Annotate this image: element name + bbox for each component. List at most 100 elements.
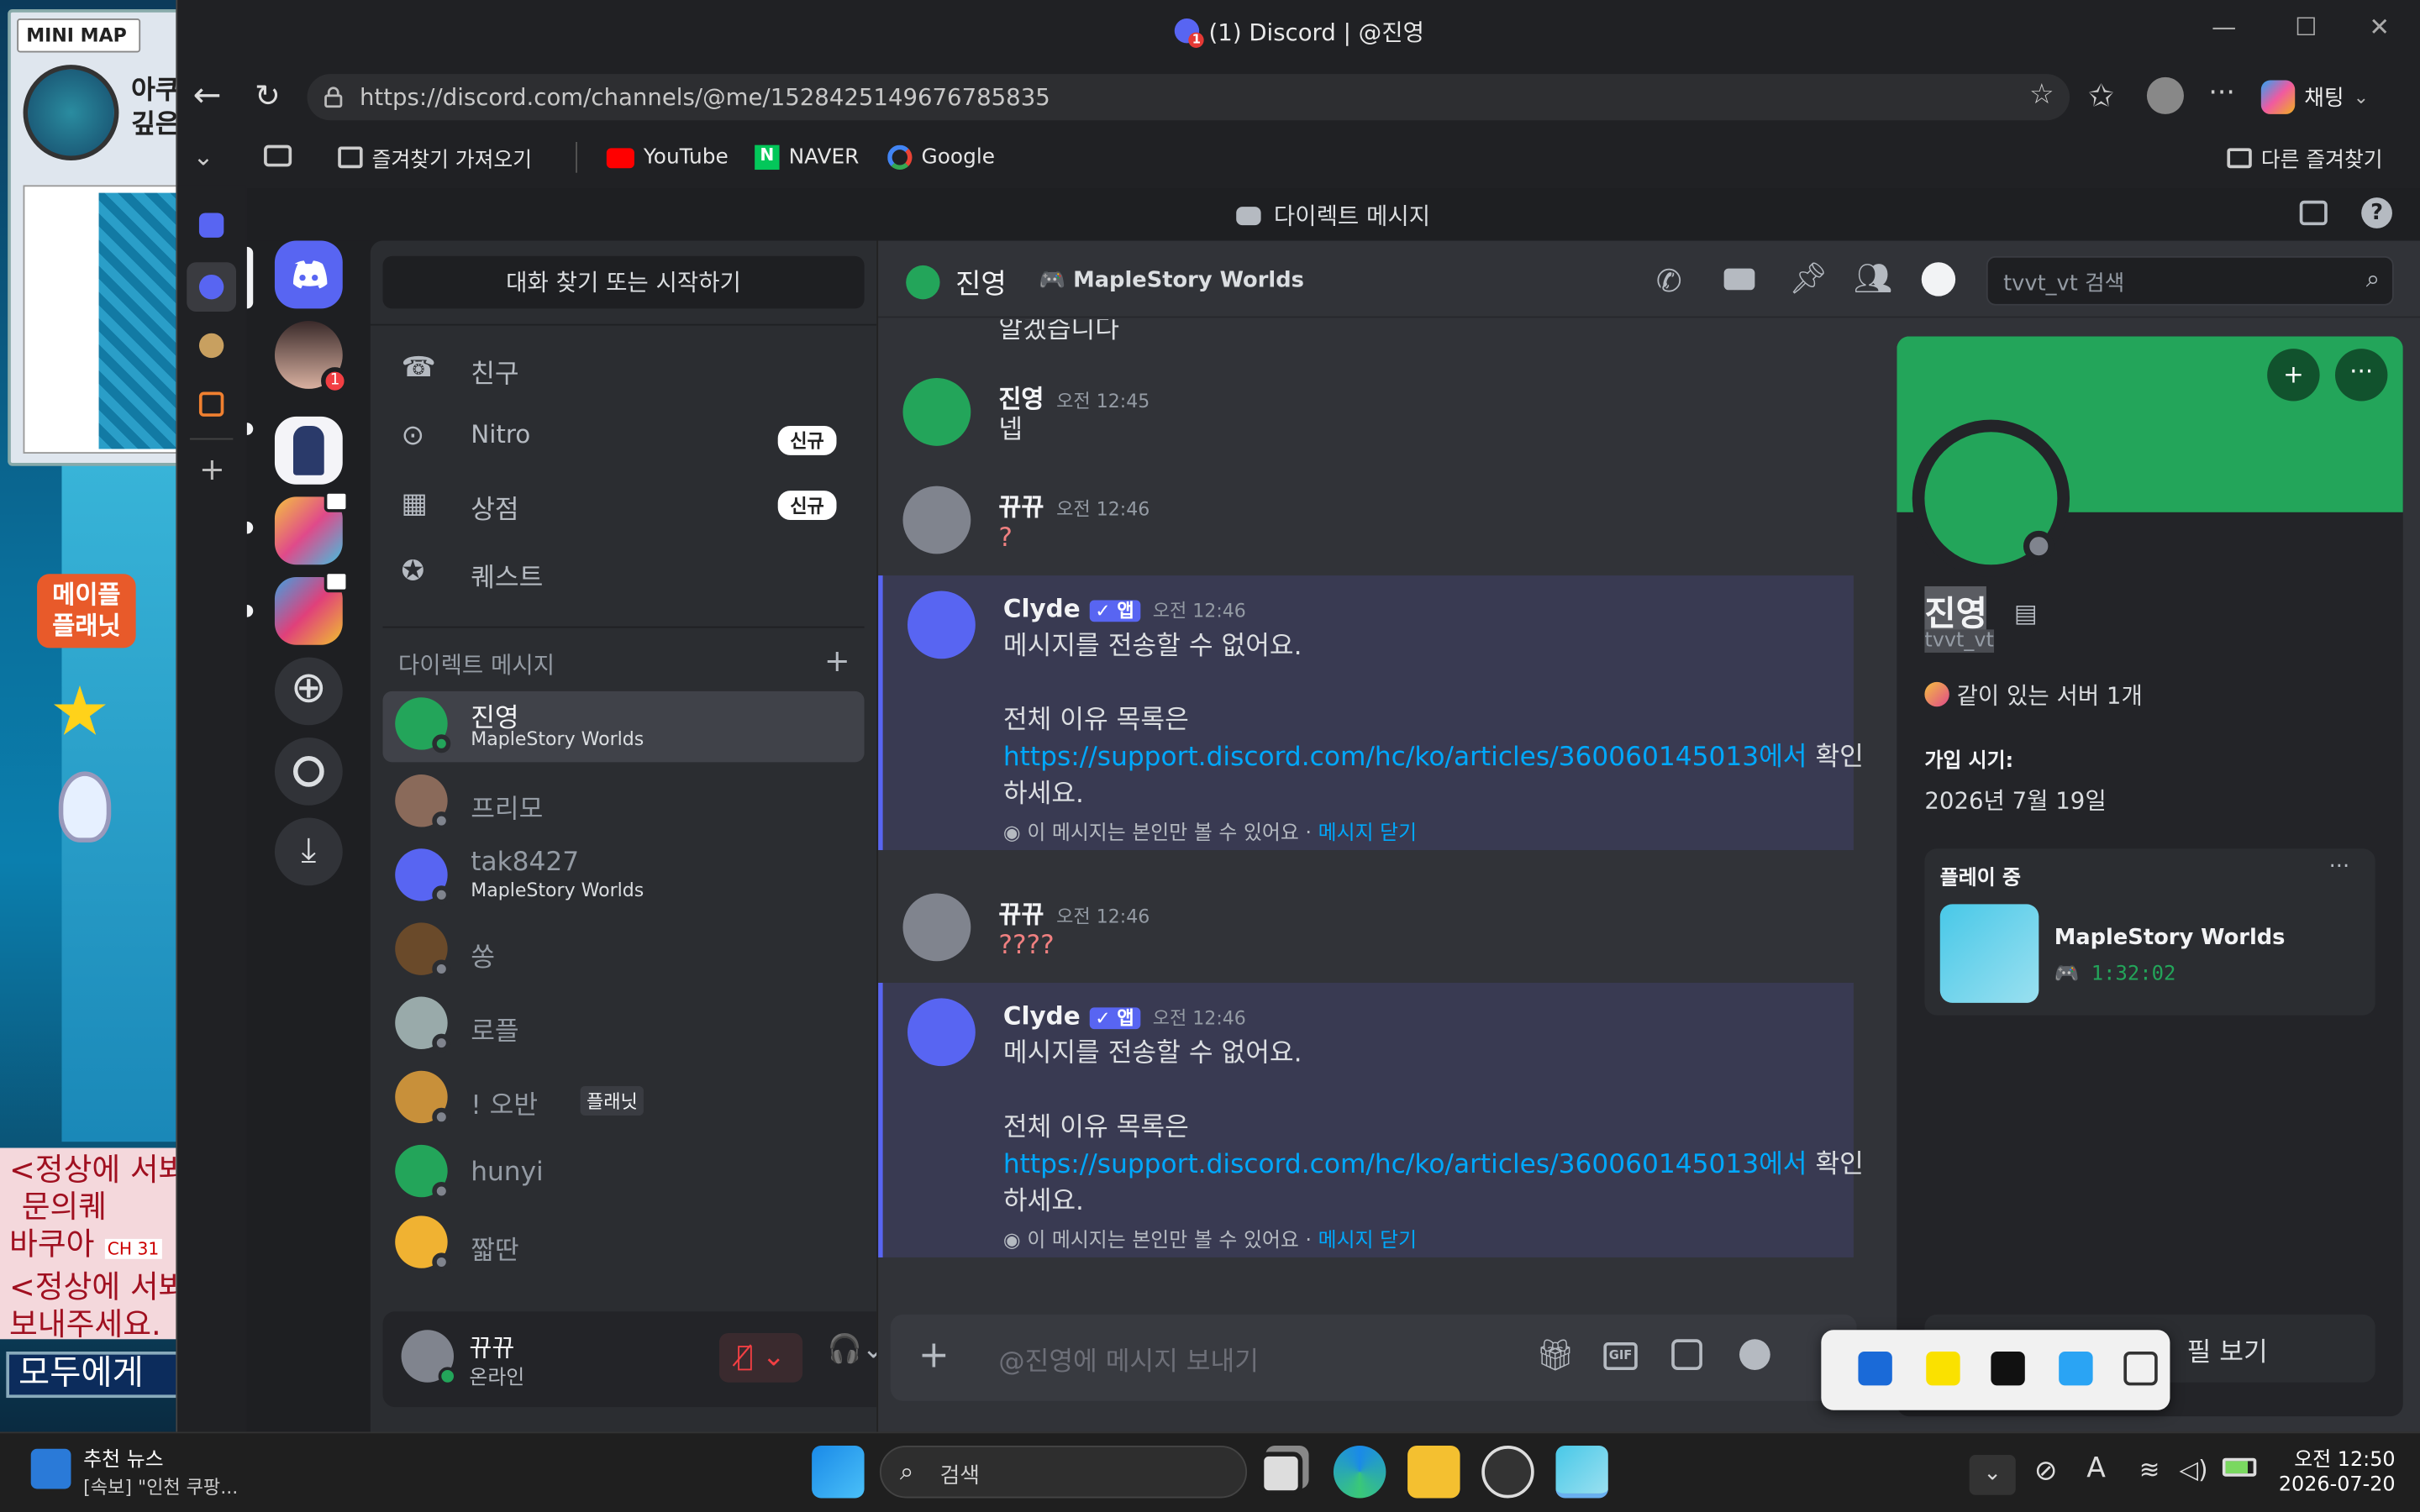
nav-shop[interactable]: ▦ 상점 신규 — [383, 472, 865, 540]
file-explorer-icon[interactable] — [1407, 1446, 1460, 1499]
collapse-chevron-icon[interactable]: ⌄ — [193, 142, 214, 171]
copilot-chat-button[interactable]: 채팅 ⌄ — [2260, 74, 2369, 120]
clyde-avatar[interactable] — [908, 998, 976, 1067]
nav-friends[interactable]: ☎ 친구 — [383, 336, 865, 404]
user-profile-icon[interactable] — [1921, 262, 1956, 297]
dm-item[interactable]: tak8427 MapleStory Worlds — [383, 843, 865, 913]
profile-avatar-icon[interactable] — [2146, 76, 2184, 114]
tab-discord-icon[interactable] — [198, 213, 224, 238]
explore-icon[interactable] — [274, 737, 343, 806]
nav-quests[interactable]: ✪ 퀘스트 — [383, 540, 865, 608]
message-author[interactable]: Clyde — [1003, 594, 1081, 623]
mutual-servers[interactable]: 같이 있는 서버 1개 — [1957, 682, 2143, 710]
dm-item[interactable]: 프리모 — [383, 769, 865, 839]
server-maple-2[interactable] — [274, 570, 350, 645]
attach-plus-icon[interactable]: + — [918, 1333, 950, 1376]
tabs-icon[interactable] — [264, 144, 292, 167]
usb-eject-icon[interactable] — [2123, 1351, 2158, 1386]
star-icon[interactable]: ★ — [50, 673, 110, 752]
dm-item[interactable]: ! 오반 플래닛 — [383, 1064, 865, 1135]
favorite-star-icon[interactable]: ☆ — [2029, 79, 2054, 112]
tab-active[interactable] — [187, 262, 237, 312]
tab-shield-icon[interactable] — [198, 391, 224, 417]
dismiss-message-link[interactable]: 메시지 닫기 — [1318, 822, 1417, 846]
dm-item[interactable]: 짧딴 — [383, 1210, 865, 1280]
header-search[interactable]: tvvt_vt 검색 ⌕ — [1986, 255, 2394, 306]
add-server-icon[interactable]: ⊕ — [274, 657, 343, 726]
message-avatar[interactable] — [902, 486, 971, 554]
dm-item[interactable]: 쏭 — [383, 916, 865, 987]
message-author[interactable]: 진영 — [998, 384, 1044, 413]
bookmark-youtube[interactable]: YouTube — [606, 142, 729, 173]
add-friend-icon[interactable]: + — [2267, 349, 2320, 402]
gif-icon[interactable]: GIF — [1603, 1341, 1638, 1371]
sticker-icon[interactable] — [1671, 1339, 1702, 1371]
message-avatar[interactable] — [902, 378, 971, 446]
clyde-avatar[interactable] — [908, 591, 976, 659]
task-view-icon[interactable] — [1259, 1452, 1303, 1495]
tray-p-icon[interactable] — [1991, 1351, 2025, 1386]
more-icon[interactable]: ··· — [2208, 77, 2235, 110]
pin-icon[interactable]: 📌︎ — [1789, 260, 1828, 297]
new-tab-icon[interactable]: + — [199, 450, 225, 487]
ime-indicator[interactable]: A — [2086, 1452, 2106, 1484]
tab-game-icon[interactable] — [198, 333, 224, 359]
network-off-icon[interactable]: ⊘ — [2034, 1455, 2058, 1488]
dm-item[interactable]: 로플 — [383, 990, 865, 1061]
message-input[interactable]: @진영에 메시지 보내기 — [998, 1339, 1259, 1378]
start-icon[interactable] — [812, 1446, 865, 1499]
emoji-icon[interactable] — [1739, 1339, 1770, 1371]
profile-more-icon[interactable]: ··· — [2334, 349, 2388, 402]
bookmark-google[interactable]: Google — [887, 142, 995, 173]
tray-app-icon[interactable] — [1858, 1351, 1892, 1386]
keyboard-app-icon[interactable] — [1481, 1446, 1534, 1499]
close-icon[interactable]: ✕ — [2369, 13, 2390, 42]
battery-icon[interactable] — [2222, 1457, 2257, 1477]
edge-icon[interactable] — [1333, 1446, 1386, 1499]
clock-time[interactable]: 오전 12:50 — [2272, 1442, 2395, 1473]
server-friend-avatar[interactable]: 1 — [274, 321, 350, 396]
taskbar-search[interactable]: ⌕ 검색 — [879, 1446, 1248, 1499]
inbox-icon[interactable] — [2299, 200, 2328, 226]
message-avatar[interactable] — [902, 893, 971, 962]
profile-avatar[interactable] — [1912, 419, 2070, 577]
kakaotalk-icon[interactable] — [1926, 1351, 1960, 1386]
server-anime[interactable] — [274, 416, 343, 485]
edit-note-icon[interactable]: ▤ — [2014, 599, 2038, 628]
message-author[interactable]: Clyde — [1003, 1001, 1081, 1031]
help-icon[interactable]: ? — [2361, 197, 2392, 228]
bookmark-import[interactable]: 즐겨찾기 가져오기 — [338, 142, 532, 173]
favorites-icon[interactable]: ✩ — [2088, 77, 2114, 114]
volume-icon[interactable]: ◁) — [2179, 1455, 2207, 1484]
message-author[interactable]: 뀨뀨 — [998, 900, 1044, 929]
news-subtitle[interactable]: [속보] "인천 쿠팡... — [83, 1473, 238, 1499]
wifi-icon[interactable]: ≋ — [2139, 1455, 2160, 1484]
maximize-icon[interactable]: ☐ — [2295, 13, 2317, 42]
add-friends-icon[interactable]: 👥︎ — [1854, 260, 1893, 297]
home-button[interactable] — [274, 240, 343, 309]
find-conversation-input[interactable]: 대화 찾기 또는 시작하기 — [382, 255, 865, 309]
dismiss-message-link[interactable]: 메시지 닫기 — [1318, 1230, 1417, 1253]
message-author[interactable]: 뀨뀨 — [998, 492, 1044, 522]
gift-icon[interactable]: 🎁︎ — [1536, 1336, 1576, 1373]
support-link[interactable]: https://support.discord.com/hc/ko/articl… — [1003, 742, 1807, 773]
tab-title[interactable]: 1 (1) Discord | @진영 — [177, 15, 2420, 48]
back-icon[interactable]: ← — [193, 77, 222, 116]
nav-nitro[interactable]: ⊙ Nitro 신규 — [383, 404, 865, 472]
news-widget-icon[interactable] — [30, 1448, 71, 1489]
clock-date[interactable]: 2026-07-20 — [2256, 1473, 2396, 1497]
security-shield-icon[interactable] — [2059, 1351, 2093, 1386]
news-title[interactable]: 추천 뉴스 — [83, 1442, 163, 1473]
download-icon[interactable]: ⤓ — [274, 817, 343, 886]
voice-call-icon[interactable]: ✆ — [1656, 262, 1682, 299]
activity-more-icon[interactable]: ··· — [2329, 855, 2350, 879]
support-link[interactable]: https://support.discord.com/hc/ko/articl… — [1003, 1149, 1807, 1180]
lightbulb-icon[interactable] — [58, 771, 112, 843]
show-hidden-icons-chevron-icon[interactable]: ⌄ — [1969, 1455, 2016, 1495]
create-dm-icon[interactable]: + — [824, 642, 850, 679]
address-bar[interactable]: https://discord.com/channels/@me/1528425… — [307, 74, 2070, 121]
dm-item[interactable]: 진영 MapleStory Worlds — [382, 690, 865, 763]
channel-name[interactable]: 진영 — [955, 262, 1007, 302]
user-avatar[interactable] — [401, 1330, 457, 1386]
maplestory-worlds-icon[interactable] — [1555, 1446, 1608, 1499]
